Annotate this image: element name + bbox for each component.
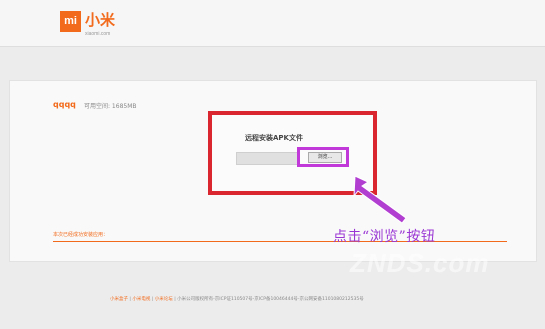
header-bar: mi 小米 xiaomi.com bbox=[0, 0, 545, 47]
browse-highlight: 浏览... bbox=[297, 147, 349, 167]
callout-text: 点击“浏览”按钮 bbox=[333, 229, 436, 245]
install-apk-dialog: 远程安装APK文件 浏览... bbox=[208, 111, 377, 195]
file-path-field[interactable] bbox=[236, 152, 298, 165]
dialog-title: 远程安装APK文件 bbox=[245, 134, 303, 142]
znds-watermark: ZNDS.com bbox=[350, 248, 490, 278]
footer: 小米盒子 | 小米电视 | 小米论坛 | 小米公司版权所有-京ICP证11050… bbox=[110, 297, 364, 302]
brand-domain: xiaomi.com bbox=[85, 31, 111, 37]
available-space: 可用空间: 1685MB bbox=[84, 103, 137, 110]
installed-apps-label: 本次已经成功安装应用： bbox=[53, 232, 109, 238]
brand-name: 小米 bbox=[85, 11, 116, 29]
browse-button[interactable]: 浏览... bbox=[308, 152, 342, 163]
footer-link-mitv[interactable]: 小米电视 bbox=[132, 297, 150, 302]
device-name: qqqq bbox=[53, 100, 76, 109]
main-panel: qqqq 可用空间: 1685MB 远程安装APK文件 浏览... 本次已经成功… bbox=[9, 80, 537, 262]
footer-copyright: | 小米公司版权所有-京ICP证110507号-京ICP备10046444号-京… bbox=[174, 297, 364, 302]
footer-link-forum[interactable]: 小米论坛 bbox=[155, 297, 173, 302]
mi-logo[interactable]: mi 小米 bbox=[60, 11, 115, 32]
mi-logo-mark: mi bbox=[60, 11, 81, 32]
footer-link-mibox[interactable]: 小米盒子 bbox=[110, 297, 128, 302]
divider bbox=[53, 241, 507, 242]
